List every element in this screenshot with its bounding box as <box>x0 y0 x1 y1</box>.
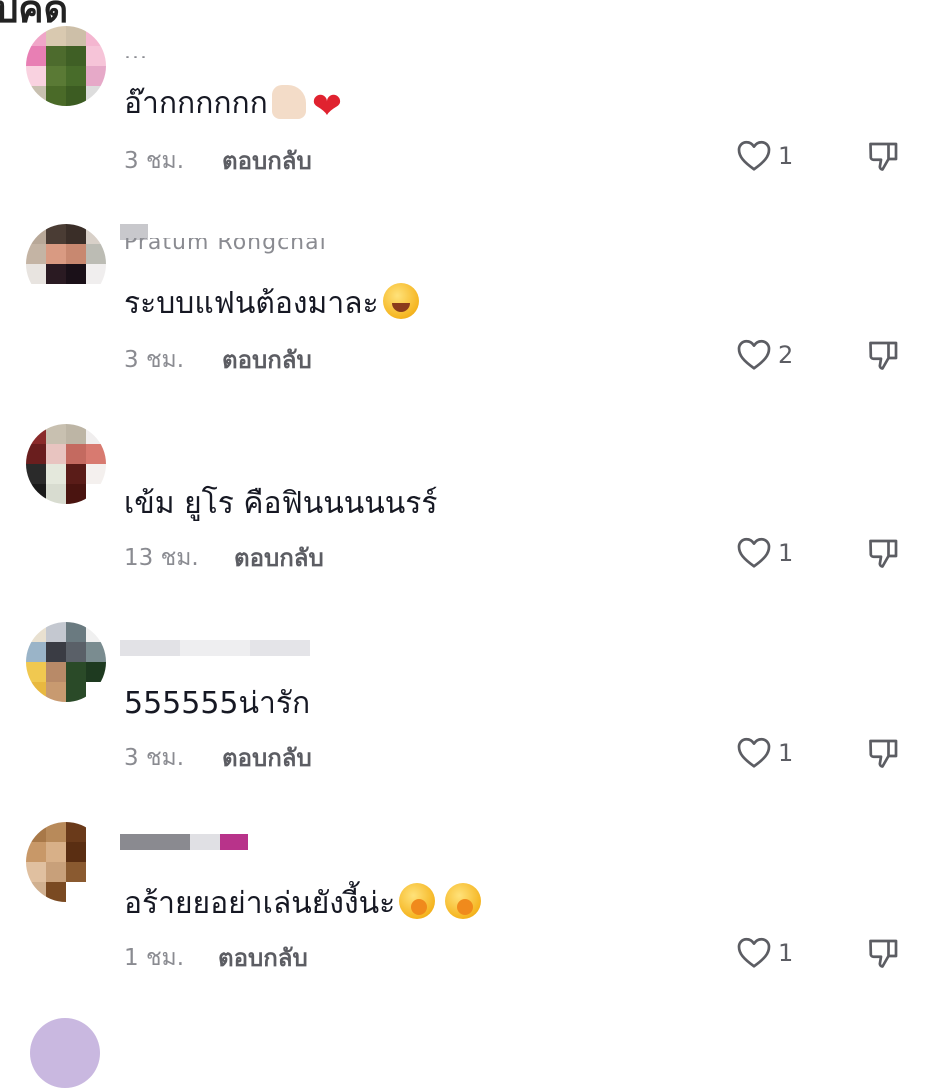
comment-text-content: อ๊ากกกกกก <box>124 86 268 121</box>
comment-text: เข้ม ยูโร คือฟินนนนนรร์ <box>124 486 438 521</box>
avatar[interactable] <box>26 622 106 702</box>
reply-button[interactable]: ตอบกลับ <box>218 938 308 977</box>
comment-username[interactable]: ... <box>124 40 148 58</box>
like-count: 1 <box>778 939 794 967</box>
reply-button[interactable]: ตอบกลับ <box>234 538 324 577</box>
thumbs-down-icon[interactable] <box>866 535 902 571</box>
hand-over-mouth-icon <box>445 883 482 919</box>
username-redaction <box>120 834 248 850</box>
hand-over-mouth-icon <box>399 883 436 919</box>
comment-time: 3 ชม. <box>124 347 185 373</box>
like-count: 2 <box>778 341 794 369</box>
heart-outline-icon[interactable] <box>736 935 772 969</box>
comment-item: 555555น่ารัก 3 ชม. ตอบกลับ 1 <box>0 600 926 780</box>
heart-outline-icon[interactable] <box>736 535 772 569</box>
comment-text: 555555น่ารัก <box>124 686 311 721</box>
red-heart-icon: ❤ <box>311 86 343 127</box>
comment-time: 3 ชม. <box>124 745 185 771</box>
comment-username[interactable]: Pratum Rongchai <box>124 238 327 254</box>
thumbs-up-icon <box>271 85 306 119</box>
username-redaction <box>120 640 310 656</box>
like-count: 1 <box>778 739 794 767</box>
thumbs-down-icon[interactable] <box>866 337 902 373</box>
comment-text: อร้ายยอย่าเล่นยังงี้น่ะ <box>124 880 482 927</box>
comment-text-content: อร้ายยอย่าเล่นยังงี้น่ะ <box>124 886 396 921</box>
comment-text-content: ระบบแฟนต้องมาละ <box>124 286 379 321</box>
comment-item: เข้ม ยูโร คือฟินนนนนรร์ 13 ชม. ตอบกลับ 1 <box>0 400 926 580</box>
avatar[interactable] <box>26 424 106 504</box>
comment-time: 3 ชม. <box>124 148 185 174</box>
thumbs-down-icon[interactable] <box>866 735 902 771</box>
reply-button[interactable]: ตอบกลับ <box>222 340 312 379</box>
comment-item: ... อ๊ากกกกกก ❤ 3 ชม. ตอบกลับ 1 <box>0 0 926 180</box>
avatar[interactable] <box>26 224 106 304</box>
comment-time: 13 ชม. <box>124 545 199 571</box>
avatar[interactable] <box>26 822 106 902</box>
grinning-sweat-icon <box>382 283 419 319</box>
reply-button[interactable]: ตอบกลับ <box>222 738 312 777</box>
comment-time: 1 ชม. <box>124 945 185 971</box>
thumbs-down-icon[interactable] <box>866 935 902 971</box>
like-count: 1 <box>778 539 794 567</box>
comment-text: อ๊ากกกกกก ❤ <box>124 80 342 127</box>
avatar[interactable] <box>30 1018 100 1088</box>
reply-button[interactable]: ตอบกลับ <box>222 141 312 180</box>
thumbs-down-icon[interactable] <box>866 138 902 174</box>
heart-outline-icon[interactable] <box>736 337 772 371</box>
heart-outline-icon[interactable] <box>736 138 772 172</box>
avatar[interactable] <box>26 26 106 106</box>
comment-text: ระบบแฟนต้องมาละ <box>124 280 419 327</box>
like-count: 1 <box>778 142 794 170</box>
comment-item: อร้ายยอย่าเล่นยังงี้น่ะ 1 ชม. ตอบกลับ 1 <box>0 800 926 980</box>
comment-item: Pratum Rongchai ระบบแฟนต้องมาละ 3 ชม. ตอ… <box>0 200 926 380</box>
heart-outline-icon[interactable] <box>736 735 772 769</box>
